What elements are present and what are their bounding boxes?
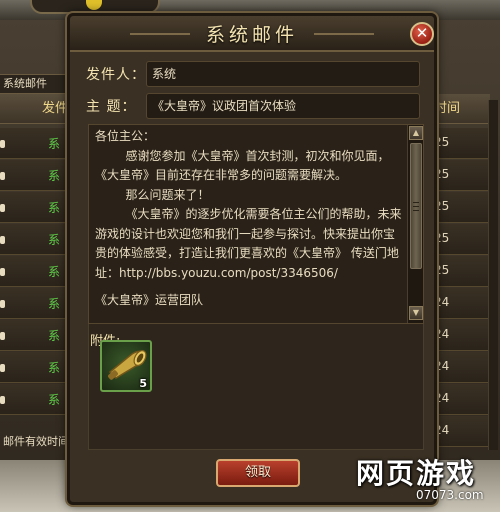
mail-paragraph: 那么问题来了！ xyxy=(95,187,210,202)
mail-signature: 《大皇帝》运营团队 xyxy=(95,293,204,307)
mail-row[interactable]: 24 xyxy=(430,288,490,319)
mail-row[interactable]: 系 xyxy=(0,288,72,319)
sender-row: 发件人： 系统 xyxy=(86,61,422,87)
row-marker-icon xyxy=(0,172,5,180)
mail-row[interactable]: 24 xyxy=(430,352,490,383)
mail-sender: 系 xyxy=(48,137,61,151)
watermark-logo-text: 网页游戏 xyxy=(356,457,477,490)
claim-button[interactable]: 领取 xyxy=(216,459,300,487)
body-scrollbar[interactable]: ▲ ▼ xyxy=(407,125,423,323)
mail-sender: 系 xyxy=(48,361,61,375)
mail-body: 各位主公： 感谢您参加《大皇帝》首次封测，初次和你见面，《大皇帝》目前还存在非常… xyxy=(88,124,424,324)
mail-sender: 系 xyxy=(48,297,61,311)
dialog-title-bar: 系统邮件 ✕ xyxy=(70,16,434,52)
watermark-domain: 07073.com xyxy=(416,488,484,502)
row-marker-icon xyxy=(0,140,5,148)
attachment-count: 5 xyxy=(139,377,147,390)
attachment-slot[interactable]: 5 xyxy=(100,340,152,392)
row-marker-icon xyxy=(0,300,5,308)
mail-row[interactable]: 系 xyxy=(0,160,72,191)
mail-row[interactable]: 系 xyxy=(0,128,72,159)
column-header-sender: 发件 xyxy=(0,94,72,124)
mail-row[interactable]: 24 xyxy=(430,416,490,447)
mail-paragraph: 感谢您参加《大皇帝》首次封测，初次和你见面，《大皇帝》目前还存在非常多的问题需要… xyxy=(95,148,390,183)
mail-row[interactable]: 24 xyxy=(430,384,490,415)
scroll-up-icon[interactable]: ▲ xyxy=(409,126,423,140)
list-scrollbar[interactable] xyxy=(488,100,498,450)
row-marker-icon xyxy=(0,268,5,276)
mail-sender: 系 xyxy=(48,201,61,215)
mail-row[interactable]: 25 xyxy=(430,128,490,159)
site-watermark: 网页游戏 07073.com xyxy=(352,452,500,512)
mail-validity-note: 邮件有效时间 xyxy=(3,435,69,448)
mail-row[interactable]: 系 xyxy=(0,352,72,383)
mail-row[interactable]: 24 xyxy=(430,320,490,351)
row-marker-icon xyxy=(0,364,5,372)
tab-system-mail[interactable]: 系统邮件 xyxy=(0,74,66,94)
row-marker-icon xyxy=(0,236,5,244)
mail-row[interactable]: 25 xyxy=(430,224,490,255)
grip-line xyxy=(413,202,419,203)
mail-sender: 系 xyxy=(48,169,61,183)
mail-list-right: 25 25 25 25 25 24 24 24 24 24 xyxy=(430,128,490,448)
grip-line xyxy=(413,206,419,207)
mail-row[interactable]: 25 xyxy=(430,160,490,191)
mail-sender: 系 xyxy=(48,329,61,343)
mail-row[interactable]: 系 xyxy=(0,192,72,223)
mail-row[interactable]: 25 xyxy=(430,256,490,287)
dialog-title: 系统邮件 xyxy=(205,24,298,46)
mail-body-text: 各位主公： 感谢您参加《大皇帝》首次封测，初次和你见面，《大皇帝》目前还存在非常… xyxy=(95,127,403,321)
mail-row[interactable]: 系 xyxy=(0,320,72,351)
mail-row[interactable]: 系 xyxy=(0,256,72,287)
row-marker-icon xyxy=(0,396,5,404)
scroll-thumb[interactable] xyxy=(410,143,422,269)
subject-label: 主 题： xyxy=(86,99,137,115)
row-marker-icon xyxy=(0,332,5,340)
close-button[interactable]: ✕ xyxy=(410,22,434,46)
mail-list-left: 系 系 系 系 系 系 系 系 系 xyxy=(0,128,72,416)
mail-row[interactable]: 系 xyxy=(0,224,72,255)
mail-sender: 系 xyxy=(48,393,61,407)
mail-sender: 系 xyxy=(48,233,61,247)
sender-label: 发件人： xyxy=(86,67,146,83)
mail-dialog: 系统邮件 ✕ 发件人： 系统 主 题： 《大皇帝》议政团首次体验 各位主公： 感… xyxy=(67,13,437,505)
row-marker-icon xyxy=(0,204,5,212)
column-header-time: 时间 xyxy=(430,94,490,124)
mail-row[interactable]: 系 xyxy=(0,384,72,415)
mail-greeting: 各位主公： xyxy=(95,129,156,143)
mail-paragraph: 《大皇帝》的逐步优化需要各位主公们的帮助，未来游戏的设计也欢迎您和我们一起参与探… xyxy=(95,207,402,280)
mail-sender: 系 xyxy=(48,265,61,279)
subject-value: 《大皇帝》议政团首次体验 xyxy=(146,93,420,119)
sender-value: 系统 xyxy=(146,61,420,87)
scroll-down-icon[interactable]: ▼ xyxy=(409,306,423,320)
grip-line xyxy=(413,210,419,211)
subject-row: 主 题： 《大皇帝》议政团首次体验 xyxy=(86,93,422,119)
mail-row[interactable]: 25 xyxy=(430,192,490,223)
